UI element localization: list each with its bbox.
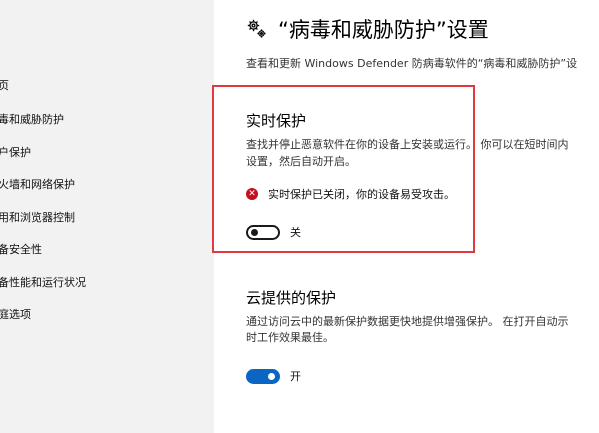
cloud-toggle-label: 开 bbox=[290, 370, 301, 383]
main-content: “病毒和威胁防护”设置 查看和更新 Windows Defender 防病毒软件… bbox=[212, 0, 599, 433]
sidebar-item-app-browser-control[interactable]: 应用和浏览器控制 bbox=[0, 211, 75, 225]
cloud-protection-title: 云提供的保护 bbox=[246, 289, 337, 307]
realtime-protection-toggle[interactable] bbox=[246, 224, 280, 240]
sidebar-item-firewall[interactable]: 防火墙和网络保护 bbox=[0, 178, 75, 192]
sidebar-item-account-protection[interactable]: 帐户保护 bbox=[0, 146, 31, 160]
realtime-warning-text: 实时保护已关闭，你的设备易受攻击。 bbox=[268, 188, 455, 201]
cloud-protection-description-cont: 时工作效果最佳。 bbox=[246, 331, 334, 344]
gear-icon bbox=[247, 19, 266, 38]
cloud-toggle-row: 开 bbox=[246, 368, 301, 384]
realtime-warning: ✕ 实时保护已关闭，你的设备易受攻击。 bbox=[246, 186, 455, 202]
realtime-toggle-label: 关 bbox=[290, 226, 301, 239]
sidebar-item-device-security[interactable]: 设备安全性 bbox=[0, 243, 42, 257]
sidebar-item-virus-protection[interactable]: 病毒和威胁防护 bbox=[0, 113, 64, 127]
sidebar-item-device-performance[interactable]: 设备性能和运行状况 bbox=[0, 276, 86, 290]
realtime-protection-description: 查找并停止恶意软件在你的设备上安装或运行。 你可以在短时间内 bbox=[246, 138, 569, 151]
toggle-knob bbox=[268, 372, 275, 380]
page-header: “病毒和威胁防护”设置 bbox=[246, 14, 489, 44]
page-title: “病毒和威胁防护”设置 bbox=[278, 18, 489, 42]
cloud-protection-toggle[interactable] bbox=[246, 368, 280, 384]
realtime-protection-description-cont: 设置，然后自动开启。 bbox=[246, 155, 356, 168]
realtime-protection-title: 实时保护 bbox=[246, 112, 307, 130]
page-subtitle: 查看和更新 Windows Defender 防病毒软件的“病毒和威胁防护”设 bbox=[246, 57, 578, 70]
toggle-knob bbox=[251, 228, 258, 236]
sidebar: 主页 病毒和威胁防护 帐户保护 防火墙和网络保护 应用和浏览器控制 设备安全性 … bbox=[0, 0, 214, 433]
windows-security-window: 主页 病毒和威胁防护 帐户保护 防火墙和网络保护 应用和浏览器控制 设备安全性 … bbox=[0, 0, 599, 433]
error-icon: ✕ bbox=[246, 188, 258, 200]
realtime-toggle-row: 关 bbox=[246, 224, 301, 240]
sidebar-item-family-options[interactable]: 家庭选项 bbox=[0, 308, 31, 322]
sidebar-item-home[interactable]: 主页 bbox=[0, 79, 9, 93]
cloud-protection-description: 通过访问云中的最新保护数据更快地提供增强保护。 在打开自动示 bbox=[246, 315, 569, 328]
